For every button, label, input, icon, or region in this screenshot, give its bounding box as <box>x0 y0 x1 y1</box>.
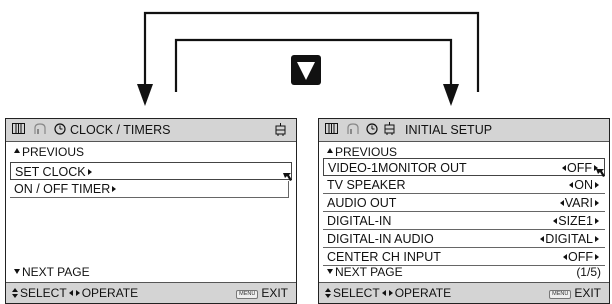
setting-value[interactable]: OFF <box>562 159 598 177</box>
left-arrow-icon <box>562 165 566 171</box>
audio-icon <box>34 122 47 138</box>
setting-value[interactable]: SIZE1 <box>553 212 599 230</box>
menu-footer: SELECT OPERATE MENU EXIT <box>6 282 296 303</box>
right-arrow-icon <box>595 236 599 242</box>
right-arrow-icon <box>595 254 599 260</box>
tv-screen-icon <box>325 123 338 137</box>
setting-label: AUDIO OUT <box>327 196 397 210</box>
next-page-link[interactable]: NEXT PAGE <box>14 263 90 281</box>
up-down-arrows-icon <box>325 288 331 298</box>
clock-icon <box>54 122 66 138</box>
down-arrow-icon <box>291 55 321 85</box>
setting-value[interactable]: VARI <box>559 194 599 212</box>
right-arrow-icon <box>595 218 599 224</box>
menu-title: INITIAL SETUP <box>405 123 493 137</box>
menu-item-on-off-timer[interactable]: ON / OFF TIMER <box>10 180 288 198</box>
setup-icon <box>384 122 395 138</box>
setting-row-digital-in[interactable]: DIGITAL-IN SIZE1 <box>323 212 605 230</box>
left-arrow-icon <box>540 236 545 242</box>
setting-row-tv-speaker[interactable]: TV SPEAKER ON <box>323 176 605 194</box>
operate-hint: OPERATE <box>394 286 452 300</box>
setting-label: TV SPEAKER <box>327 178 406 192</box>
initial-setup-menu: INITIAL SETUP PREVIOUS VIDEO-1MONITOR OU… <box>318 118 610 304</box>
tv-screen-icon <box>12 123 25 137</box>
select-hint: SELECT <box>333 286 380 300</box>
setup-icon <box>275 123 286 139</box>
menu-key-icon: MENU <box>549 290 572 299</box>
setting-row-video-1-monitor-out[interactable]: VIDEO-1MONITOR OUT OFF <box>323 158 605 176</box>
exit-button[interactable]: MENU EXIT <box>236 286 288 300</box>
left-arrow-icon <box>559 200 564 206</box>
left-right-arrows-icon <box>68 290 80 296</box>
right-arrow-icon <box>87 169 92 175</box>
menu-key-icon: MENU <box>236 290 259 299</box>
item-divider <box>288 181 289 198</box>
left-arrow-icon <box>553 218 558 224</box>
up-triangle-icon <box>14 148 20 153</box>
page-indicator: (1/5) <box>576 265 601 279</box>
right-arrow-icon <box>112 186 117 192</box>
menu-footer: SELECT OPERATE MENU EXIT <box>319 282 609 303</box>
down-triangle-icon <box>327 269 333 274</box>
audio-icon <box>347 122 360 138</box>
clock-timers-menu: CLOCK / TIMERS PREVIOUS SET CLOCK ON / O… <box>5 118 297 304</box>
right-arrow-icon <box>595 200 599 206</box>
previous-page-link[interactable]: PREVIOUS <box>14 143 84 161</box>
right-arrow-icon <box>595 182 599 188</box>
menu-header: INITIAL SETUP <box>319 119 609 142</box>
connector-left-arrowhead <box>137 84 153 106</box>
next-page-link[interactable]: NEXT PAGE <box>327 263 403 281</box>
setting-label: DIGITAL-IN AUDIO <box>327 232 434 246</box>
left-arrow-icon <box>569 182 574 188</box>
setting-label: DIGITAL-IN <box>327 214 392 228</box>
up-triangle-icon <box>327 148 333 153</box>
left-arrow-icon <box>563 254 567 260</box>
left-right-arrows-icon <box>381 290 393 296</box>
setting-value[interactable]: ON <box>569 176 599 194</box>
down-triangle-icon <box>14 269 20 274</box>
cursor-icon <box>596 169 605 177</box>
setting-value[interactable]: DIGITAL <box>540 230 599 248</box>
connector-right-arrowhead <box>443 84 459 106</box>
operate-hint: OPERATE <box>81 286 139 300</box>
setting-row-digital-in-audio[interactable]: DIGITAL-IN AUDIO DIGITAL <box>323 230 605 248</box>
menu-title: CLOCK / TIMERS <box>70 123 171 137</box>
clock-icon <box>366 122 378 138</box>
setting-row-audio-out[interactable]: AUDIO OUT VARI <box>323 194 605 212</box>
select-hint: SELECT <box>20 286 67 300</box>
menu-header: CLOCK / TIMERS <box>6 119 296 142</box>
setting-label: VIDEO-1MONITOR OUT <box>328 161 467 175</box>
up-down-arrows-icon <box>12 288 18 298</box>
exit-button[interactable]: MENU EXIT <box>549 286 601 300</box>
menu-item-set-clock[interactable]: SET CLOCK <box>10 162 292 180</box>
